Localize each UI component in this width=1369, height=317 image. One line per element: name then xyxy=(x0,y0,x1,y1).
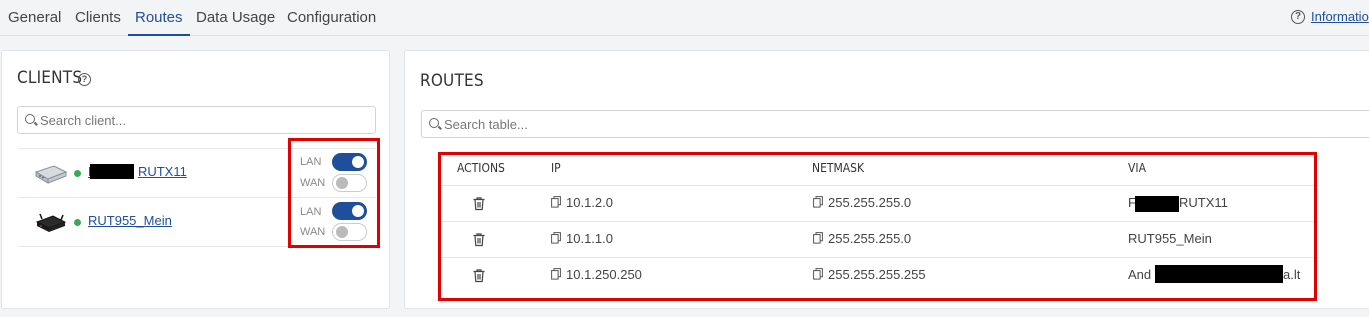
tab-general[interactable]: General xyxy=(1,0,68,36)
online-status-dot xyxy=(74,219,81,226)
router-device-icon xyxy=(35,213,67,232)
information-link[interactable]: Informatio xyxy=(1311,9,1369,24)
redaction-bar xyxy=(90,164,134,179)
clients-title: CLIENTS xyxy=(17,68,83,88)
routes-search xyxy=(421,110,1369,138)
search-icon xyxy=(429,118,439,128)
info-icon: ? xyxy=(1291,10,1305,24)
tab-data-usage[interactable]: Data Usage xyxy=(189,0,282,36)
client-search-input[interactable] xyxy=(40,107,371,133)
tab-configuration[interactable]: Configuration xyxy=(280,0,383,36)
routes-search-input[interactable] xyxy=(444,111,1369,137)
tab-routes[interactable]: Routes xyxy=(128,0,190,36)
help-icon[interactable]: ? xyxy=(78,73,91,86)
highlight-box xyxy=(288,138,380,248)
highlight-box xyxy=(438,152,1317,301)
routes-title: ROUTES xyxy=(420,71,484,91)
top-tab-bar: General Clients Routes Data Usage Config… xyxy=(0,0,1369,36)
online-status-dot xyxy=(74,170,81,177)
tab-clients[interactable]: Clients xyxy=(68,0,128,36)
client-link-rut955[interactable]: RUT955_Mein xyxy=(88,213,172,228)
router-device-icon xyxy=(34,165,68,184)
client-search xyxy=(17,106,376,134)
search-icon xyxy=(25,114,35,124)
